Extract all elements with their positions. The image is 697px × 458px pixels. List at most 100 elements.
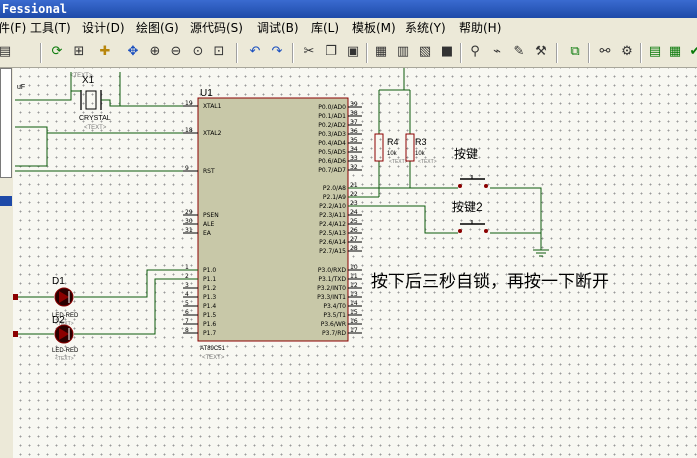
pin-name: P1.7 bbox=[203, 330, 216, 337]
d1-ref: D1 bbox=[52, 276, 65, 287]
pin-number: 32 bbox=[350, 164, 358, 171]
pin-name: PSEN bbox=[203, 212, 219, 219]
pin-name: XTAL1 bbox=[203, 103, 222, 110]
pin-name: P0.3/AD3 bbox=[318, 131, 346, 138]
pin-number: 36 bbox=[350, 128, 358, 135]
pin-number: 12 bbox=[350, 282, 358, 289]
pin-number: 24 bbox=[350, 209, 358, 216]
pin-name: P0.5/AD5 bbox=[318, 149, 346, 156]
crystal-text-tag: <TEXT> bbox=[84, 125, 107, 131]
pin-number: 3 bbox=[185, 282, 189, 289]
pin-name: P3.4/T0 bbox=[323, 303, 346, 310]
pin-name: P2.7/A15 bbox=[319, 248, 346, 255]
pin-number: 29 bbox=[185, 209, 193, 216]
pin-name: P3.6/WR bbox=[321, 321, 346, 328]
pin-number: 8 bbox=[185, 327, 189, 334]
pin-name: P0.1/AD1 bbox=[318, 113, 346, 120]
pin-name: P0.4/AD4 bbox=[318, 140, 346, 147]
pin-number: 4 bbox=[185, 291, 189, 298]
pin-name: P1.4 bbox=[203, 303, 216, 310]
pin-number: 25 bbox=[350, 218, 358, 225]
pin-name: P1.0 bbox=[203, 267, 216, 274]
pin-number: 26 bbox=[350, 227, 358, 234]
terminal-marker bbox=[13, 331, 18, 337]
mcu-part: AT89C51 bbox=[200, 346, 226, 352]
switch-wires bbox=[348, 68, 549, 257]
resistor-r4[interactable]: R4 10k <TEXT> bbox=[374, 133, 408, 165]
pin-number: 16 bbox=[350, 318, 358, 325]
pin-number: 13 bbox=[350, 291, 358, 298]
pin-number: 30 bbox=[185, 218, 193, 225]
pin-name: P0.0/AD0 bbox=[318, 104, 346, 111]
pin-name: P3.0/RXD bbox=[318, 267, 346, 274]
pin-name: P1.3 bbox=[203, 294, 216, 301]
pin-name: P0.6/AD6 bbox=[318, 158, 346, 165]
pin-number: 10 bbox=[350, 264, 358, 271]
pin-number: 19 bbox=[185, 100, 193, 107]
pin-name: P2.3/A11 bbox=[319, 212, 346, 219]
mcu-u1[interactable]: U1 AT89C51 <TEXT> 19 XTAL1 18 XTAL2 9 RST 29 PS… bbox=[183, 88, 362, 361]
pin-number: 5 bbox=[185, 300, 189, 307]
pin-number: 31 bbox=[185, 227, 193, 234]
crystal-x1[interactable]: X1 CRYSTAL <TEXT> bbox=[79, 75, 111, 131]
pin-number: 14 bbox=[350, 300, 358, 307]
pin-name: P1.5 bbox=[203, 312, 216, 319]
pin-name: P0.7/AD7 bbox=[318, 167, 346, 174]
pin-number: 6 bbox=[185, 309, 189, 316]
led-wires bbox=[15, 269, 198, 335]
pin-name: P0.2/AD2 bbox=[318, 122, 346, 129]
d2-ref: D2 bbox=[52, 315, 65, 326]
pin-number: 38 bbox=[350, 110, 358, 117]
pin-number: 15 bbox=[350, 309, 358, 316]
d2-text-tag: <TEXT> bbox=[55, 356, 74, 362]
r4-text-tag: <TEXT> bbox=[389, 159, 408, 165]
pin-name: P3.5/T1 bbox=[323, 312, 346, 319]
pin-name: P2.4/A12 bbox=[319, 221, 346, 228]
r3-text-tag: <TEXT> bbox=[418, 159, 437, 165]
pin-number: 7 bbox=[185, 318, 189, 325]
pin-number: 18 bbox=[185, 127, 193, 134]
pin-number: 9 bbox=[185, 165, 189, 172]
crystal-name: CRYSTAL bbox=[79, 115, 111, 122]
pin-number: 39 bbox=[350, 101, 358, 108]
r3-value: 10k bbox=[415, 151, 426, 157]
pin-name: EA bbox=[203, 230, 212, 237]
d2-name: LED-RED bbox=[52, 348, 79, 354]
button-1[interactable]: 按键 bbox=[454, 147, 488, 188]
mcu-ref: U1 bbox=[200, 88, 213, 99]
pin-name: P3.2/INT0 bbox=[317, 285, 346, 292]
pin-number: 27 bbox=[350, 236, 358, 243]
pin-name: P2.2/A10 bbox=[319, 203, 346, 210]
pin-name: P1.6 bbox=[203, 321, 216, 328]
button1-label: 按键 bbox=[454, 147, 478, 161]
pin-name: ALE bbox=[203, 221, 214, 228]
pin-name: P2.5/A13 bbox=[319, 230, 346, 237]
pin-name: P3.7/RD bbox=[322, 330, 346, 337]
pin-name: P3.3/INT1 bbox=[317, 294, 346, 301]
r3-ref: R3 bbox=[415, 137, 427, 147]
terminal-marker bbox=[13, 294, 18, 300]
pin-name: P1.2 bbox=[203, 285, 216, 292]
r4-value: 10k bbox=[387, 151, 398, 157]
pin-name: P2.1/A9 bbox=[323, 194, 346, 201]
pin-number: 11 bbox=[350, 273, 358, 280]
schematic-drawing[interactable]: uF X1 CRYSTAL <TEXT> <TEXT> U1 AT89C51 <… bbox=[0, 0, 697, 458]
pin-number: 17 bbox=[350, 327, 358, 334]
pin-name: P1.1 bbox=[203, 276, 216, 283]
r4-ref: R4 bbox=[387, 137, 399, 147]
pin-name: XTAL2 bbox=[203, 130, 222, 137]
pin-name: P2.0/A8 bbox=[323, 185, 346, 192]
pin-name: RST bbox=[203, 168, 215, 175]
pin-name: P3.1/TXD bbox=[318, 276, 346, 283]
resistor-r3[interactable]: R3 10k <TEXT> bbox=[405, 133, 437, 165]
pin-name: P2.6/A14 bbox=[319, 239, 346, 246]
mcu-text-tag: <TEXT> bbox=[202, 355, 225, 361]
pin-number: 34 bbox=[350, 146, 358, 153]
left-cap-label: uF bbox=[17, 84, 25, 91]
pin-number: 37 bbox=[350, 119, 358, 126]
top-text-tag: <TEXT> bbox=[70, 73, 93, 79]
pin-number: 33 bbox=[350, 155, 358, 162]
button-2[interactable]: 按键2 bbox=[452, 200, 488, 233]
pin-number: 28 bbox=[350, 245, 358, 252]
button2-label: 按键2 bbox=[452, 200, 483, 214]
